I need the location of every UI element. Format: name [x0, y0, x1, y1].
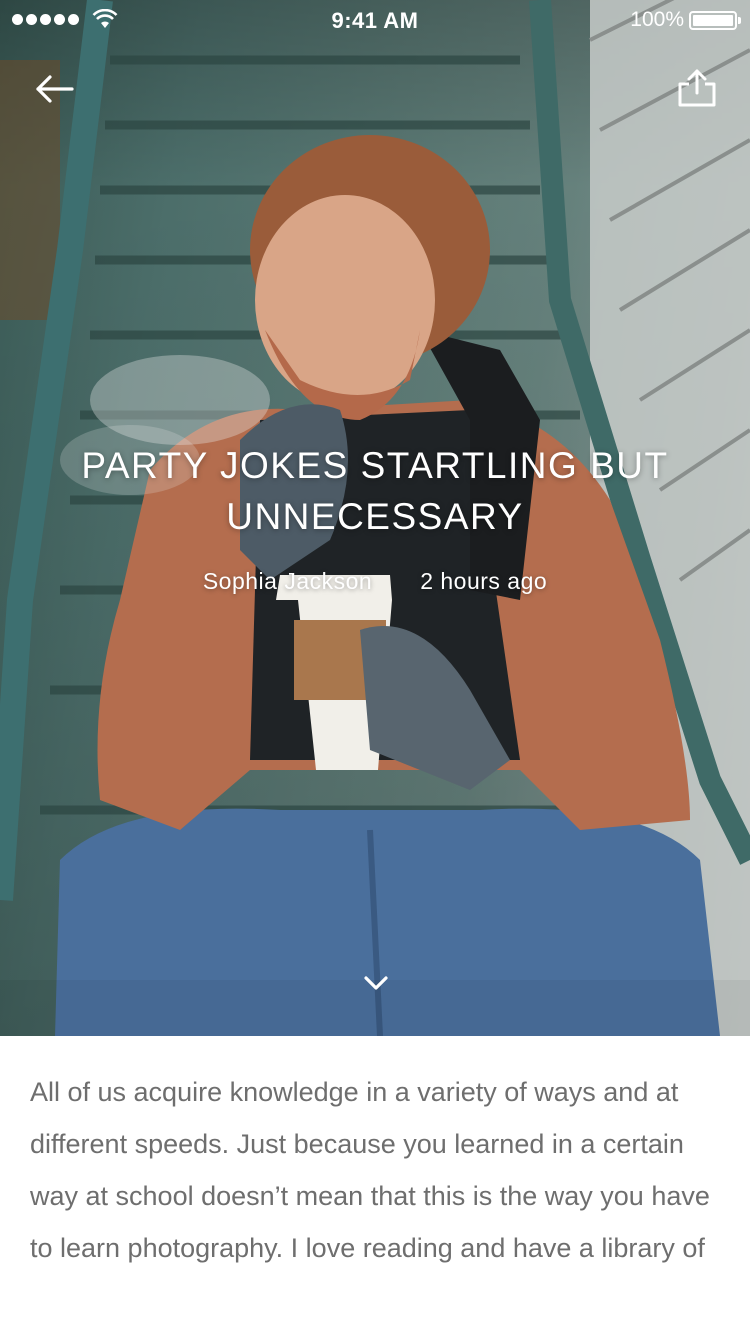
back-arrow-icon[interactable]	[34, 72, 76, 106]
article-body-text: All of us acquire knowledge in a variety…	[30, 1077, 710, 1263]
article-meta: Sophia Jackson 2 hours ago	[0, 568, 750, 595]
chevron-down-icon[interactable]	[363, 974, 389, 992]
article-title: PARTY JOKES STARTLING BUT UNNECESSARY	[81, 445, 669, 537]
hero-image: 9:41 AM 100% PARTY JOKES STARTLING BUT U…	[0, 0, 750, 1036]
author-name[interactable]: Sophia Jackson	[203, 568, 372, 595]
battery-icon	[689, 11, 741, 30]
status-bar: 9:41 AM 100%	[0, 0, 750, 40]
post-time: 2 hours ago	[420, 568, 548, 594]
battery-percentage: 100%	[630, 8, 684, 31]
share-icon[interactable]	[677, 68, 717, 108]
